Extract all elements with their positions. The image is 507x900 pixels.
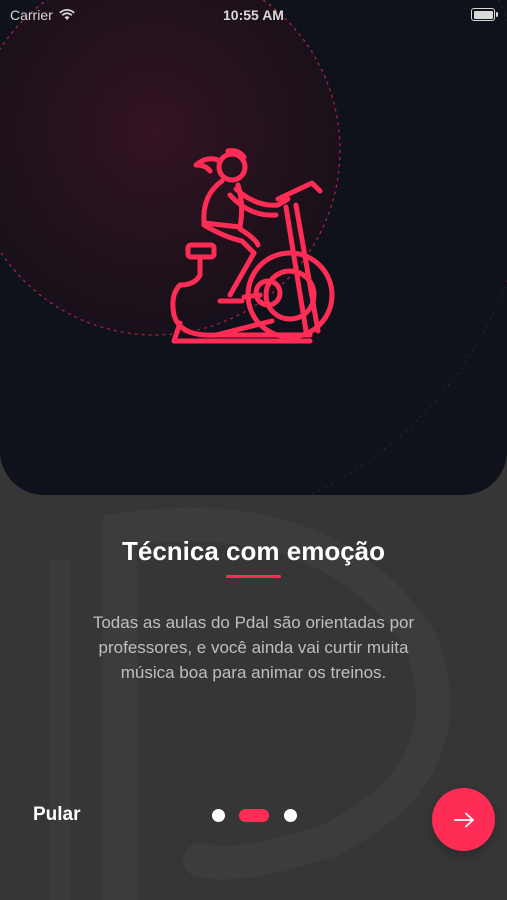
skip-button[interactable]: Pular bbox=[33, 804, 81, 826]
clock: 10:55 AM bbox=[223, 7, 284, 23]
page-dot-2-active[interactable] bbox=[239, 809, 269, 822]
slide-title: Técnica com emoção bbox=[122, 536, 385, 566]
hero-panel: Carrier 10:55 AM bbox=[0, 0, 507, 495]
battery-icon bbox=[471, 8, 498, 21]
page-indicator bbox=[210, 808, 300, 822]
slide-description: Todas as aulas do Pdal são orientadas po… bbox=[92, 613, 415, 682]
status-bar: Carrier 10:55 AM bbox=[0, 0, 507, 30]
next-button[interactable] bbox=[432, 788, 495, 851]
page-dot-3[interactable] bbox=[284, 809, 297, 822]
spin-bike-cyclist-icon bbox=[170, 148, 335, 344]
arrow-right-icon bbox=[453, 812, 474, 827]
page-dot-1[interactable] bbox=[212, 809, 225, 822]
title-underline bbox=[226, 575, 281, 578]
